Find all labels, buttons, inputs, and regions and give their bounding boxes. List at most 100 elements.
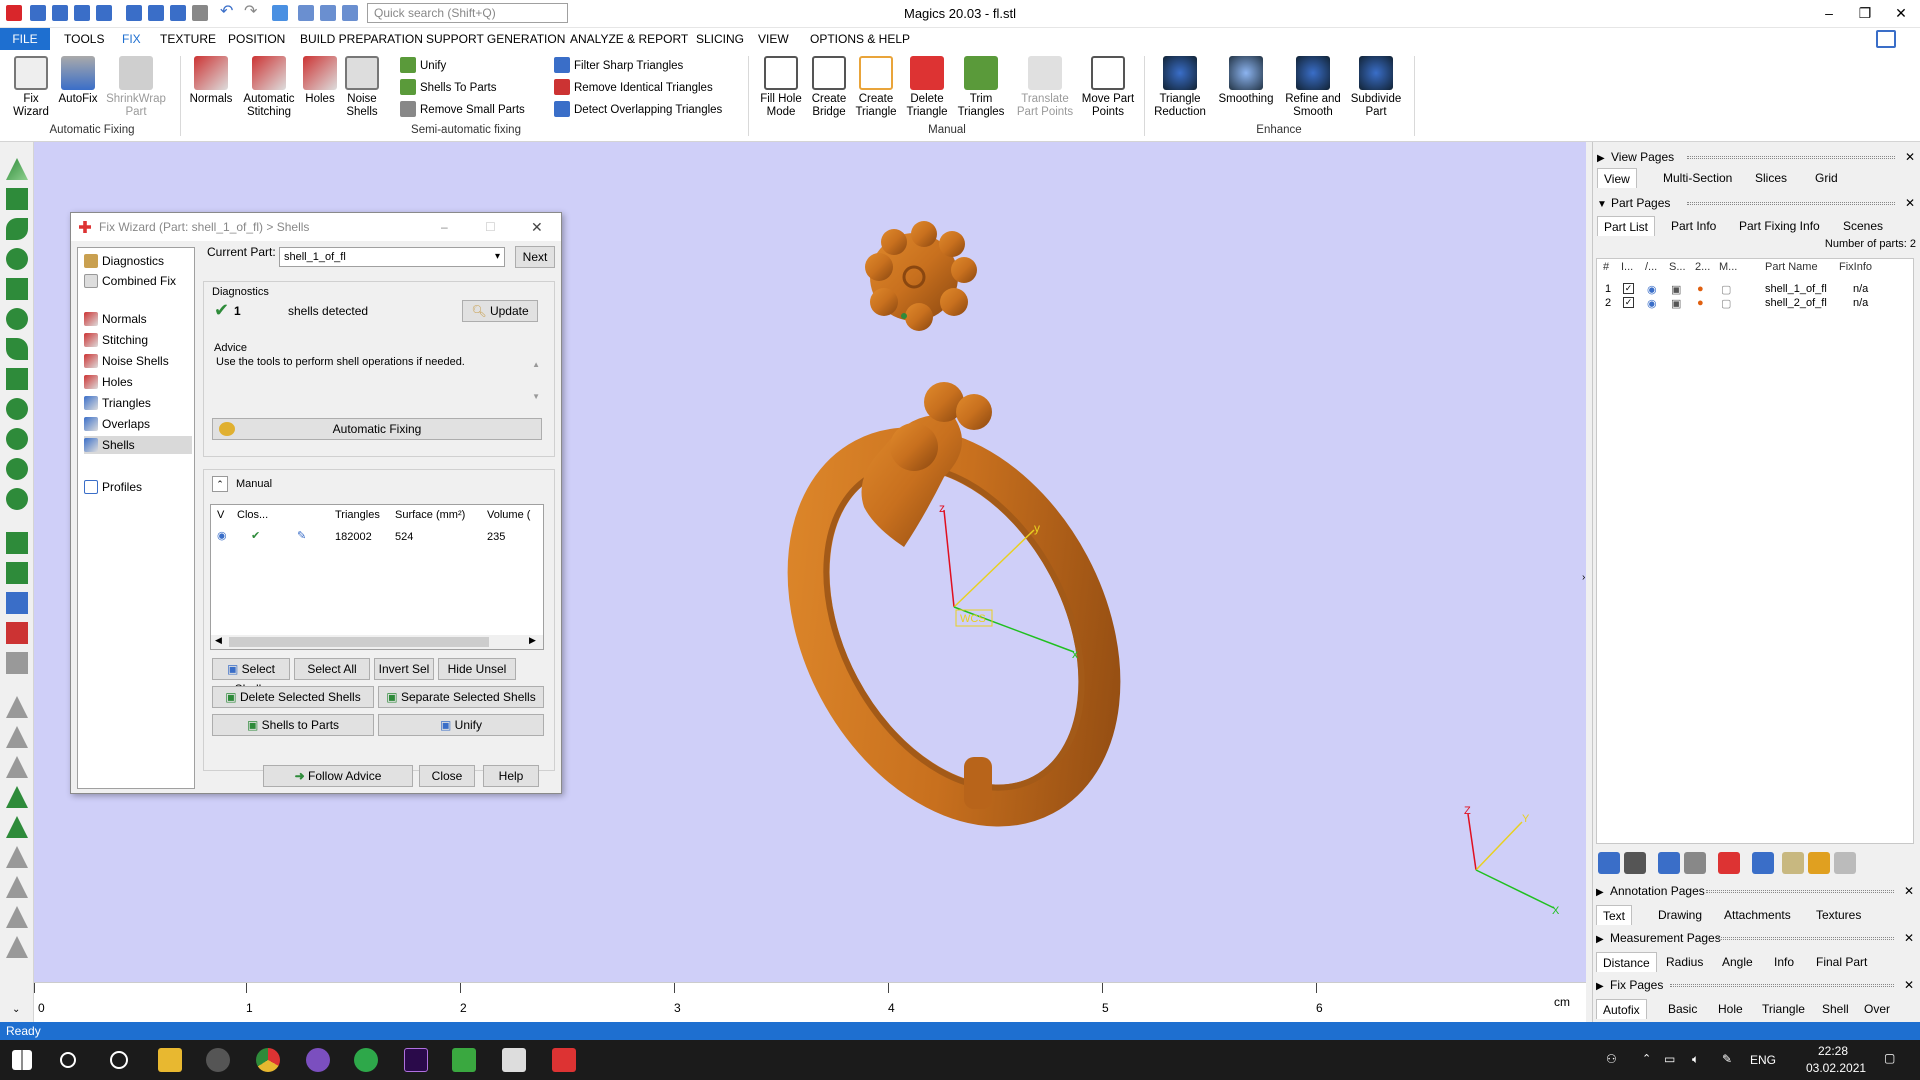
column-header[interactable]: Part Name [1765, 261, 1818, 273]
tool-curve-icon[interactable] [6, 338, 28, 360]
hide-unsel-button[interactable]: Hide Unsel [438, 658, 516, 680]
remove-identical-triangles-button[interactable]: Remove Identical Triangles [554, 78, 713, 98]
app-icon[interactable] [502, 1048, 526, 1072]
move-part-points-button[interactable]: Move Part Points [1080, 56, 1136, 119]
trim-triangles-button[interactable]: Trim Triangles [956, 56, 1006, 119]
column-header[interactable]: 2... [1695, 261, 1710, 273]
fill-hole-mode-button[interactable]: Fill Hole Mode [756, 56, 806, 119]
scroll-right-icon[interactable]: ▶ [529, 635, 536, 646]
material-icon[interactable]: ▢ [1721, 297, 1731, 310]
tool-cube2-icon[interactable] [6, 562, 28, 584]
eye-icon[interactable]: ◉ [1647, 283, 1657, 296]
cortana-icon[interactable] [110, 1051, 128, 1069]
volume-icon[interactable]: 🔈︎ [1692, 1052, 1699, 1067]
part-pages-header[interactable]: ▼ Part Pages ✕ [1597, 194, 1915, 212]
delete-triangle-button[interactable]: Delete Triangle [902, 56, 952, 119]
nav-overlaps[interactable]: Overlaps [84, 415, 192, 433]
holes-button[interactable]: Holes [302, 56, 338, 106]
pen-icon[interactable]: ✎ [1722, 1052, 1732, 1066]
detect-overlapping-triangles-button[interactable]: Detect Overlapping Triangles [554, 100, 722, 120]
automatic-stitching-button[interactable]: Automatic Stitching [240, 56, 298, 119]
tab-final-part[interactable]: Final Part [1810, 952, 1873, 972]
menu-fix[interactable]: FIX [114, 28, 149, 50]
menu-build-preparation[interactable]: BUILD PREPARATION [292, 28, 431, 50]
chrome-icon[interactable] [256, 1048, 280, 1072]
tool-cube3-icon[interactable] [6, 592, 28, 614]
menu-position[interactable]: POSITION [220, 28, 293, 50]
tab-text[interactable]: Text [1596, 905, 1633, 925]
tool-cube4-icon[interactable] [6, 622, 28, 644]
tool-select-area-icon[interactable] [6, 188, 28, 210]
part-tool-icon[interactable] [1598, 852, 1620, 874]
menu-file[interactable]: FILE [0, 28, 50, 50]
premiere-icon[interactable] [404, 1048, 428, 1072]
minimize-button[interactable]: – [1814, 2, 1844, 24]
tool-mark4-icon[interactable] [6, 786, 28, 808]
table-row[interactable]: ◉ ✔ ✎ 182002 524 235 [211, 529, 543, 545]
tab-attachments[interactable]: Attachments [1718, 905, 1797, 925]
scroll-up-icon[interactable]: ▲ [532, 360, 540, 369]
measurement-pages-header[interactable]: ▶ Measurement Pages ✕ [1596, 929, 1914, 947]
view-pages-header[interactable]: ▶ View Pages ✕ [1597, 148, 1915, 166]
tool-leaf-icon[interactable] [6, 488, 28, 510]
update-button[interactable]: 🔍︎ Update [462, 300, 538, 322]
menu-analyze-report[interactable]: ANALYZE & REPORT [562, 28, 696, 50]
nav-profiles[interactable]: Profiles [84, 478, 192, 496]
menu-support-generation[interactable]: SUPPORT GENERATION [418, 28, 573, 50]
magics-taskbar-icon[interactable] [552, 1048, 576, 1072]
dialog-close-button[interactable]: ✕ [531, 213, 543, 241]
ribbon-toggle-icon[interactable] [1876, 30, 1896, 48]
autofix-button[interactable]: AutoFix [56, 56, 100, 106]
whatsapp-icon[interactable] [354, 1048, 378, 1072]
checkbox[interactable]: ✓ [1623, 297, 1634, 308]
shells-table[interactable]: V Clos... Triangles Surface (mm²) Volume… [210, 504, 544, 650]
column-header[interactable]: Triangles [335, 509, 380, 521]
annotation-pages-header[interactable]: ▶ Annotation Pages ✕ [1596, 882, 1914, 900]
tool-wave-icon[interactable] [6, 368, 28, 390]
part-tool-icon[interactable] [1834, 852, 1856, 874]
chevron-down-icon[interactable]: ⌄ [12, 1004, 20, 1015]
menu-view[interactable]: VIEW [750, 28, 797, 50]
search-icon[interactable] [60, 1052, 76, 1068]
tray-chevron-icon[interactable]: ⌃ [1642, 1052, 1651, 1065]
windows-start-icon[interactable] [12, 1050, 32, 1070]
column-header[interactable]: S... [1669, 261, 1686, 273]
close-window-button[interactable]: ✕ [1886, 2, 1916, 24]
tool-cube-icon[interactable] [6, 532, 28, 554]
tool-lasso-icon[interactable] [6, 218, 28, 240]
column-header[interactable]: # [1603, 261, 1609, 273]
clock-time[interactable]: 22:28 [1818, 1044, 1848, 1058]
checkbox[interactable]: ✓ [1623, 283, 1634, 294]
clock-date[interactable]: 03.02.2021 [1806, 1061, 1866, 1075]
people-icon[interactable]: ⚇ [1606, 1052, 1617, 1066]
normals-button[interactable]: Normals [188, 56, 234, 106]
tool-mark6-icon[interactable] [6, 846, 28, 868]
unify-button[interactable]: ▣ Unify [378, 714, 544, 736]
collapse-manual-icon[interactable]: ⌃ [212, 476, 228, 492]
dialog-maximize-button[interactable]: ☐ [485, 213, 496, 241]
matrix-icon[interactable] [452, 1048, 476, 1072]
tool-surface-icon[interactable] [6, 308, 28, 330]
tool-mark3-icon[interactable] [6, 756, 28, 778]
remove-small-parts-button[interactable]: Remove Small Parts [400, 100, 525, 120]
menu-options-help[interactable]: OPTIONS & HELP [802, 28, 918, 50]
tool-mark9-icon[interactable] [6, 936, 28, 958]
wrench-icon[interactable]: ✎ [297, 529, 306, 542]
tab-scenes[interactable]: Scenes [1837, 216, 1889, 236]
tool-mark8-icon[interactable] [6, 906, 28, 928]
language-indicator[interactable]: ENG [1750, 1053, 1776, 1067]
shell-icon[interactable]: ▣ [1671, 283, 1681, 296]
scroll-left-icon[interactable]: ◀ [215, 635, 222, 646]
horizontal-scrollbar[interactable]: ◀ ▶ [211, 635, 543, 649]
part-list-table[interactable]: # I... /... S... 2... M... Part Name Fix… [1596, 258, 1914, 844]
shells-to-parts-button[interactable]: Shells To Parts [400, 78, 497, 98]
app-icon[interactable] [206, 1048, 230, 1072]
tool-connected-icon[interactable] [6, 398, 28, 420]
menu-texture[interactable]: TEXTURE [152, 28, 224, 50]
create-triangle-button[interactable]: Create Triangle [854, 56, 898, 119]
part-tool-icon[interactable] [1782, 852, 1804, 874]
fix-pages-header[interactable]: ▶ Fix Pages ✕ [1596, 976, 1914, 994]
nav-diagnostics[interactable]: Diagnostics [84, 252, 192, 270]
shell-icon[interactable]: ▣ [1671, 297, 1681, 310]
nav-combined-fix[interactable]: Combined Fix [84, 272, 192, 290]
